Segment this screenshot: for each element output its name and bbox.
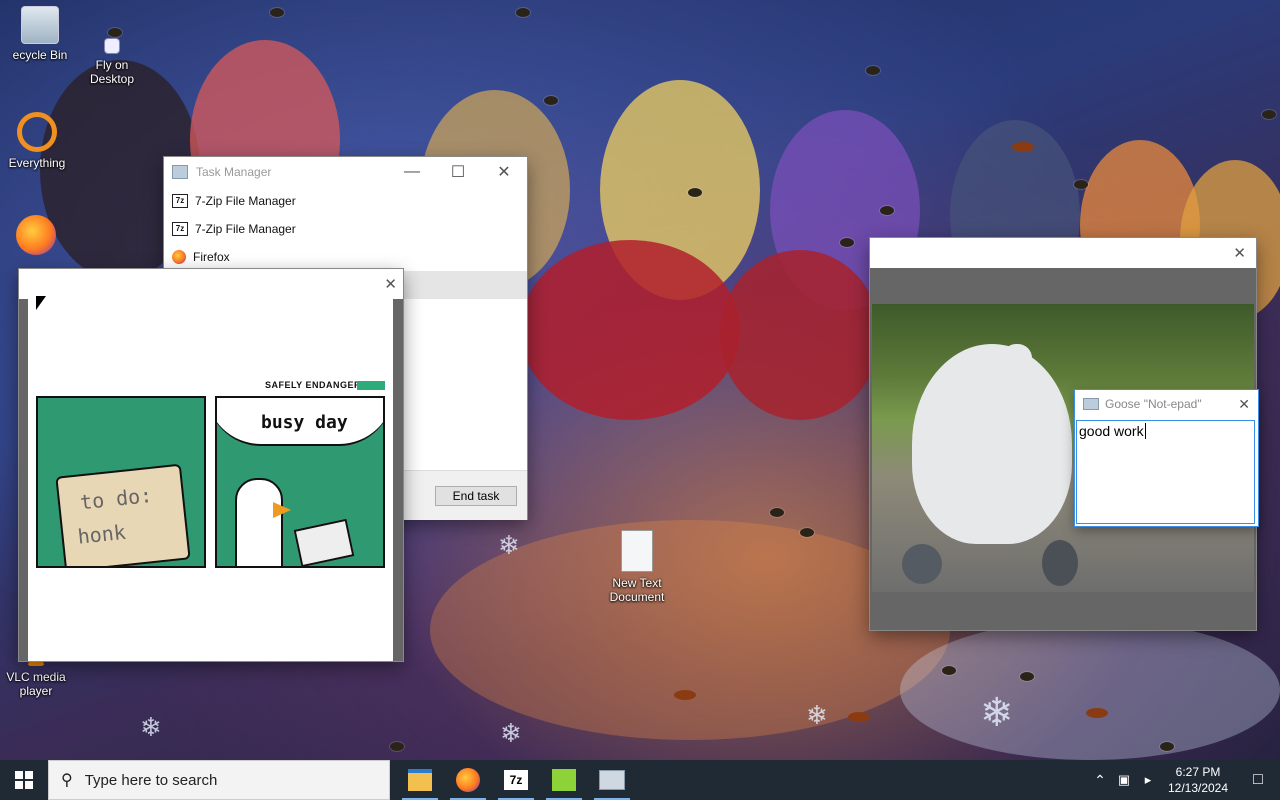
close-button[interactable]: ✕ xyxy=(481,157,527,187)
close-button[interactable]: ✕ xyxy=(384,275,397,293)
close-button[interactable]: ✕ xyxy=(1230,396,1258,413)
shortcut-icon xyxy=(104,38,120,54)
process-name: 7-Zip File Manager xyxy=(195,222,296,236)
7zip-icon: 7z xyxy=(172,194,188,208)
end-task-button[interactable]: End task xyxy=(435,486,517,506)
desktop-icon-label: New Text Document xyxy=(609,576,665,604)
start-button[interactable] xyxy=(0,760,48,800)
process-row[interactable]: 7z 7-Zip File Manager xyxy=(164,215,527,243)
text-caret xyxy=(1144,423,1146,439)
firefox-icon xyxy=(456,768,480,792)
clock[interactable]: 6:27 PM 12/13/2024 xyxy=(1160,764,1236,796)
desktop-icon-new-text-document[interactable]: New Text Document xyxy=(597,530,677,604)
taskbar-file-explorer[interactable] xyxy=(396,760,444,800)
clock-time: 6:27 PM xyxy=(1175,765,1221,779)
everything-search-icon xyxy=(17,112,57,152)
system-tray: ⌃ ▣ ▸ 6:27 PM 12/13/2024 □ xyxy=(1088,760,1280,800)
desktop-icon-everything[interactable]: Everything xyxy=(0,112,77,170)
process-row[interactable]: Firefox xyxy=(164,243,527,271)
notepad-content: good work xyxy=(1079,423,1144,439)
taskbar-7zip[interactable]: 7z xyxy=(492,760,540,800)
pigeon xyxy=(1042,540,1078,586)
desktop-icon-firefox[interactable] xyxy=(0,215,72,259)
notepad-app-icon xyxy=(1083,398,1099,410)
mouse-cursor xyxy=(36,296,46,310)
process-row[interactable]: 7z 7-Zip File Manager xyxy=(164,187,527,215)
comic-panel-1: to do: honk xyxy=(36,396,206,568)
window-title: Goose "Not-epad" xyxy=(1105,397,1202,411)
process-name: 7-Zip File Manager xyxy=(195,194,296,208)
meme-window-right-border xyxy=(393,299,403,661)
desktop-icon-label: VLC media player xyxy=(6,670,66,698)
goose-paper xyxy=(293,518,355,566)
taskbar-search-box[interactable]: ⚲ Type here to search xyxy=(48,760,390,800)
taskbar-firefox[interactable] xyxy=(444,760,492,800)
desktop-icon-label: Everything xyxy=(8,156,66,170)
desktop-icon-label: ecycle Bin xyxy=(12,48,68,62)
notepad-green-icon xyxy=(552,769,576,791)
goose-in-video xyxy=(912,344,1072,544)
pigeon xyxy=(902,544,942,584)
minimize-button[interactable]: — xyxy=(389,157,435,187)
text-document-icon xyxy=(621,530,653,572)
close-button[interactable]: ✕ xyxy=(1233,244,1246,262)
clock-date: 12/13/2024 xyxy=(1167,781,1229,795)
notepad-titlebar[interactable]: Goose "Not-epad" ✕ xyxy=(1075,390,1258,418)
window-title: Task Manager xyxy=(196,165,272,179)
goose-neck xyxy=(1002,344,1032,414)
goose-illustration xyxy=(235,478,283,566)
desktop-icon-recycle-bin[interactable]: ecycle Bin xyxy=(0,6,80,62)
desktop-icon-fly-on-desktop[interactable]: Fly on Desktop xyxy=(72,38,152,86)
todo-text: to do: xyxy=(78,482,154,515)
goose-notepad-window: Goose "Not-epad" ✕ good work xyxy=(1075,390,1258,526)
taskbar-task-manager[interactable] xyxy=(588,760,636,800)
chevron-up-icon[interactable]: ⌃ xyxy=(1088,772,1112,789)
meme-window-left-border xyxy=(19,299,28,661)
file-explorer-icon xyxy=(408,769,432,791)
notifications-icon[interactable]: □ xyxy=(1236,771,1280,789)
recycle-bin-icon xyxy=(21,6,59,44)
goose-meme-window: ✕ SAFELY ENDANGERED to do: honk busy day xyxy=(19,269,403,661)
goose-beak xyxy=(273,502,291,518)
firefox-icon xyxy=(16,215,56,255)
todo-text: honk xyxy=(76,519,127,549)
search-icon: ⚲ xyxy=(61,772,73,789)
firefox-icon xyxy=(172,250,186,264)
meme-window-titlebar[interactable]: ✕ xyxy=(19,269,403,299)
maximize-button[interactable]: ☐ xyxy=(435,157,481,187)
search-placeholder: Type here to search xyxy=(84,771,218,789)
taskbar-notepad-app[interactable] xyxy=(540,760,588,800)
task-manager-app-icon xyxy=(172,165,188,179)
network-icon[interactable]: ▣ xyxy=(1112,772,1136,788)
taskbar: ⚲ Type here to search 7z ⌃ ▣ ▸ 6:27 PM 1… xyxy=(0,760,1280,800)
task-manager-icon xyxy=(599,770,625,790)
video-window-titlebar[interactable]: ✕ xyxy=(870,238,1256,268)
desktop-icon-label: Fly on Desktop xyxy=(89,58,135,86)
notepad-text-area[interactable]: good work xyxy=(1076,420,1255,524)
task-manager-titlebar[interactable]: Task Manager — ☐ ✕ xyxy=(164,157,527,187)
comic-caption: busy day xyxy=(261,412,348,433)
comic-header-badge xyxy=(357,381,385,390)
windows-logo-icon xyxy=(15,771,33,789)
7zip-icon: 7z xyxy=(172,222,188,236)
comic-panel-2: busy day xyxy=(215,396,385,568)
7zip-icon: 7z xyxy=(504,770,528,790)
todo-scroll: to do: honk xyxy=(55,463,191,566)
process-name: Firefox xyxy=(193,250,230,264)
volume-icon[interactable]: ▸ xyxy=(1136,772,1160,788)
